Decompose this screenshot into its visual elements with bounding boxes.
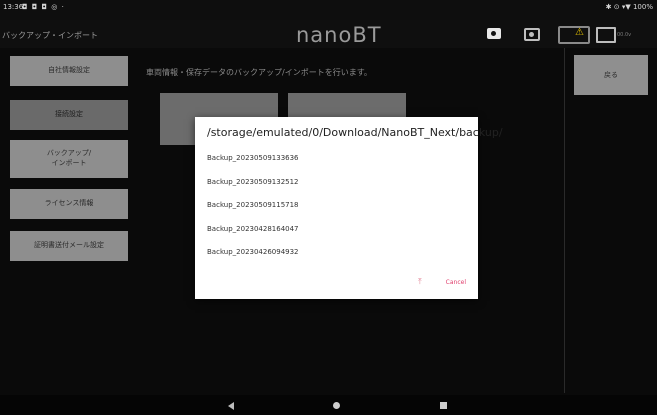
- menu-certificate-mail-label: 証明書送付メール設定: [34, 241, 104, 250]
- screen-title: バックアップ・インポート: [2, 31, 98, 40]
- menu-company-info-label: 自社情報設定: [48, 66, 90, 75]
- page-description: 車両情報・保存データのバックアップ/インポートを行います。: [146, 68, 372, 77]
- menu-license-info-button[interactable]: ライセンス情報: [10, 189, 128, 219]
- recent-apps-square-icon[interactable]: [440, 402, 447, 409]
- back-button[interactable]: 戻る: [574, 55, 648, 95]
- menu-backup-import-label: バックアップ/ インポート: [46, 149, 92, 167]
- list-item[interactable]: Backup_20230509133636: [207, 154, 299, 178]
- menu-connection-settings-label: 接続設定: [55, 110, 83, 119]
- parent-folder-icon[interactable]: ⤒: [418, 277, 422, 287]
- menu-license-info-label: ライセンス情報: [44, 199, 94, 208]
- column-divider: [564, 48, 565, 393]
- app-title: nanoBT: [296, 23, 382, 47]
- backup-file-list: Backup_20230509133636 Backup_20230509132…: [207, 154, 299, 272]
- notification-icons: ◘ ◘ ◘ ◎ ·: [22, 3, 65, 11]
- folder-picker-dialog: /storage/emulated/0/Download/NanoBT_Next…: [195, 117, 503, 299]
- status-bar: 13:36 ◘ ◘ ◘ ◎ · ✱ ⊙ ▾▼ 100%: [0, 0, 657, 20]
- status-time: 13:36: [3, 3, 24, 11]
- camera-icon[interactable]: [487, 28, 501, 39]
- device-card-icon: [558, 26, 590, 44]
- list-item[interactable]: Backup_20230426094932: [207, 248, 299, 272]
- menu-certificate-mail-button[interactable]: 証明書送付メール設定: [10, 231, 128, 261]
- battery-icon: [596, 27, 616, 43]
- menu-backup-import-button[interactable]: バックアップ/ インポート: [10, 140, 128, 178]
- voltage-readout: 00.0v: [617, 32, 632, 38]
- back-button-label: 戻る: [604, 71, 618, 79]
- home-circle-icon[interactable]: [333, 402, 340, 409]
- back-triangle-icon[interactable]: [228, 402, 234, 410]
- camera-outline-icon[interactable]: [524, 28, 540, 41]
- list-item[interactable]: Backup_20230509115718: [207, 201, 299, 225]
- list-item[interactable]: Backup_20230428164047: [207, 225, 299, 249]
- navigation-bar: [0, 395, 657, 415]
- dialog-actions: ⤒ Cancel: [418, 277, 466, 287]
- cancel-button[interactable]: Cancel: [446, 279, 466, 286]
- menu-company-info-button[interactable]: 自社情報設定: [10, 56, 128, 86]
- list-item[interactable]: Backup_20230509132512: [207, 178, 299, 202]
- menu-connection-settings-button[interactable]: 接続設定: [10, 100, 128, 130]
- dialog-path-title: /storage/emulated/0/Download/NanoBT_Next…: [207, 126, 503, 139]
- warning-icon: ⚠: [575, 27, 584, 38]
- title-bar: バックアップ・インポート nanoBT ⚠ 00.0v: [0, 20, 657, 48]
- system-status-icons: ✱ ⊙ ▾▼ 100%: [605, 3, 653, 11]
